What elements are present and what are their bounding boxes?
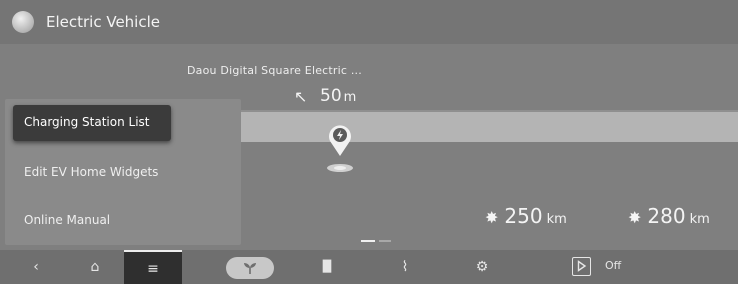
distance-unit: m xyxy=(343,90,357,105)
range-with-ac: ✸ 250 km xyxy=(485,204,567,228)
back-icon: ‹ xyxy=(33,259,39,275)
moon-icon xyxy=(12,11,34,33)
energy-button[interactable]: ▐▌ xyxy=(305,250,349,284)
menu-item-label: Edit EV Home Widgets xyxy=(24,165,159,179)
back-button[interactable]: ‹ xyxy=(14,250,58,284)
page-indicator xyxy=(361,240,391,243)
bottom-nav-bar: ‹ ⌂ ≡ ▐▌ ⌇ ⚙ xyxy=(0,250,738,284)
road xyxy=(235,112,738,142)
settings-button[interactable]: ⚙ xyxy=(460,250,504,284)
eco-button[interactable] xyxy=(226,257,274,279)
destination-name: Daou Digital Square Electric ... xyxy=(187,64,362,77)
menu-item-label: Charging Station List xyxy=(24,115,150,129)
home-button[interactable]: ⌂ xyxy=(73,250,117,284)
app-title: Electric Vehicle xyxy=(46,13,160,31)
bar-chart-icon: ▐▌ xyxy=(318,260,336,273)
ev-screen: Electric Vehicle Daou Digital Square Ele… xyxy=(0,0,738,284)
home-icon: ⌂ xyxy=(90,259,100,275)
page-dot xyxy=(379,240,391,242)
fan-icon: ✸ xyxy=(485,208,499,227)
menu-item-online-manual[interactable]: Online Manual xyxy=(5,199,241,243)
menu-button[interactable]: ≡ xyxy=(124,250,182,284)
menu-item-edit-ev-home-widgets[interactable]: Edit EV Home Widgets xyxy=(5,151,241,195)
menu-item-charging-station-list[interactable]: Charging Station List xyxy=(5,99,241,143)
page-dot-active xyxy=(361,240,375,242)
title-bar: Electric Vehicle xyxy=(0,0,738,44)
range-value: 280 xyxy=(647,204,686,228)
range-without-ac: ✸ 280 km xyxy=(628,204,710,228)
arrow-up-left-icon: ↖ xyxy=(294,87,308,106)
fan-off-icon: ✸ xyxy=(628,208,642,227)
distance-readout: 50 m xyxy=(320,86,356,106)
menu-icon: ≡ xyxy=(147,261,159,277)
charging-station-pin-icon[interactable] xyxy=(325,120,355,180)
leaf-icon xyxy=(244,263,256,274)
popup-menu: Charging Station List Edit EV Home Widge… xyxy=(5,99,241,245)
charging-button[interactable]: ⌇ xyxy=(383,250,427,284)
play-button[interactable] xyxy=(572,257,591,276)
range-value: 250 xyxy=(504,204,543,228)
charging-plug-icon: ⌇ xyxy=(401,259,409,275)
play-status-label: Off xyxy=(605,259,622,272)
range-unit: km xyxy=(689,212,710,227)
menu-item-label: Online Manual xyxy=(24,213,111,227)
gear-icon: ⚙ xyxy=(475,259,489,275)
distance-value: 50 xyxy=(320,86,342,106)
play-icon xyxy=(577,260,587,272)
range-unit: km xyxy=(546,212,567,227)
